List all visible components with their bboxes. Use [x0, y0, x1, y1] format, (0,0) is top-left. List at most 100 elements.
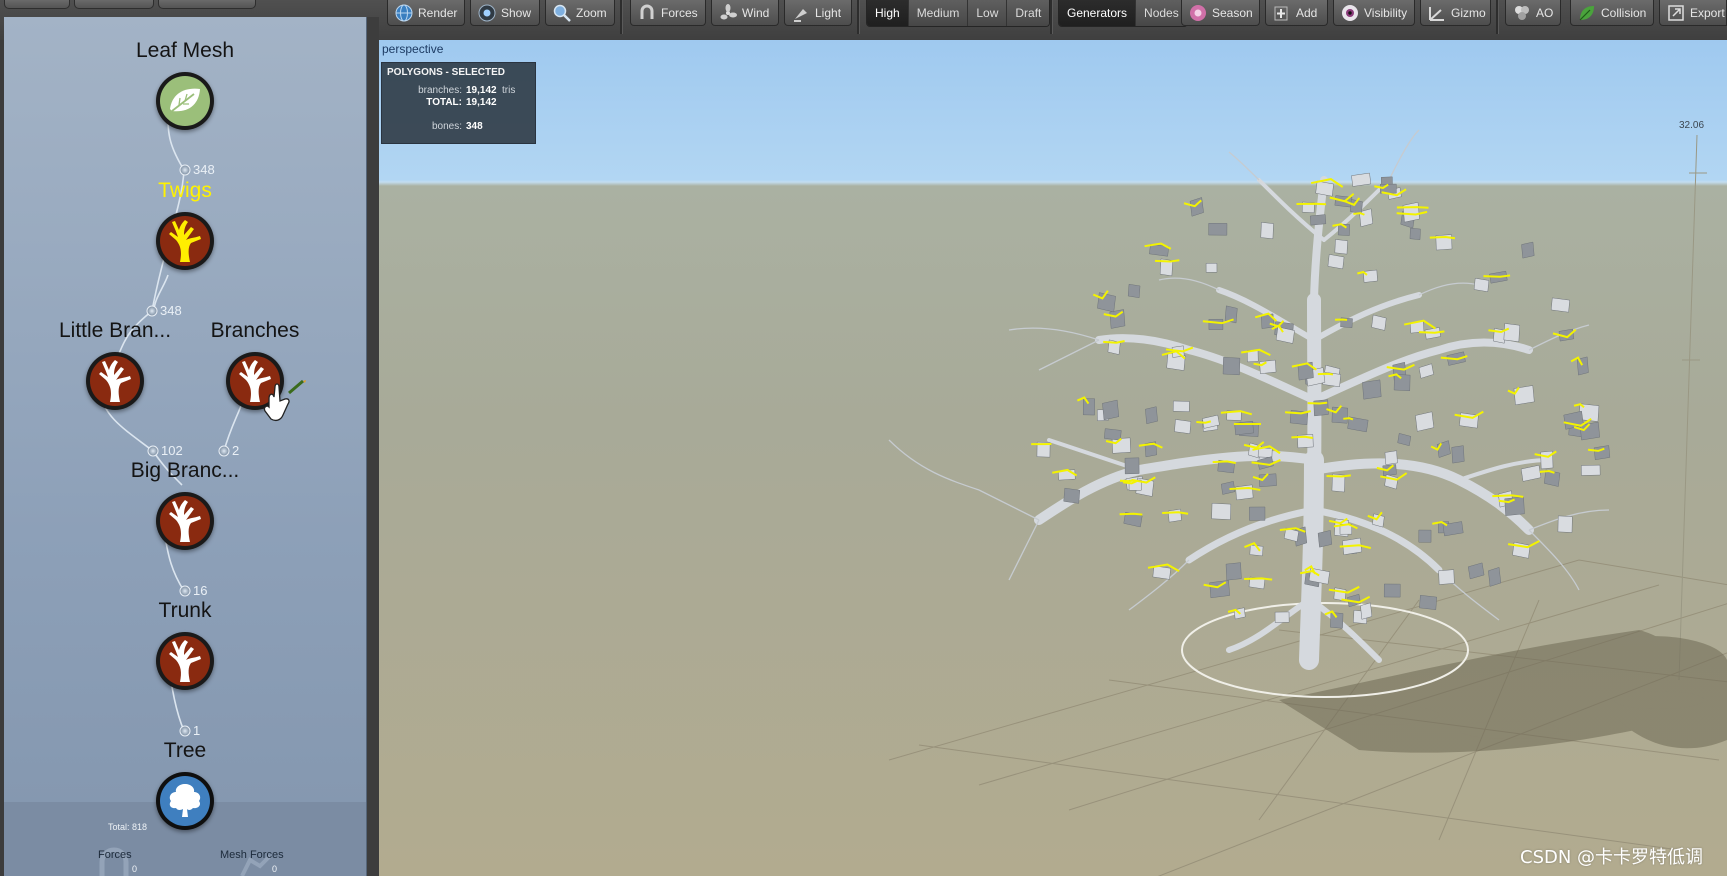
zoom-button[interactable]: Zoom — [545, 0, 615, 26]
leaf-card — [1467, 562, 1485, 580]
port-count-trunk: 1 — [193, 723, 201, 738]
port-branches[interactable] — [218, 445, 230, 457]
node-little-branches[interactable] — [86, 352, 144, 410]
quality-low-option[interactable]: Low — [968, 0, 1008, 26]
port-count-branches: 2 — [232, 443, 240, 458]
leaf-card — [1127, 283, 1141, 299]
quality-medium-option[interactable]: Medium — [908, 0, 969, 26]
season-button[interactable]: Season — [1181, 0, 1260, 26]
leaf-card — [1205, 263, 1218, 273]
port-big-branches[interactable] — [179, 585, 191, 597]
render-button[interactable]: Render — [387, 0, 465, 26]
leaf-card — [1415, 411, 1435, 432]
viewport-camera-label[interactable]: perspective — [382, 42, 443, 56]
wind-button[interactable]: Wind — [711, 0, 779, 26]
leaf-card — [1249, 506, 1266, 521]
leaf-card — [1189, 197, 1204, 217]
selected-twig-highlight — [1483, 274, 1511, 278]
leaf-card — [1327, 254, 1345, 270]
globe-icon — [395, 4, 413, 21]
selected-twig-highlight — [1119, 512, 1143, 516]
add-button[interactable]: Add — [1265, 0, 1328, 26]
leaf-card — [1363, 269, 1378, 283]
leaf-card — [1593, 445, 1611, 461]
tree-shadow — [1279, 630, 1727, 753]
vertical-axis-line — [1678, 134, 1698, 681]
port-trunk[interactable] — [179, 725, 191, 737]
leaf-card — [1317, 530, 1333, 548]
branch-icon — [90, 356, 140, 406]
collision-button[interactable]: Collision — [1570, 0, 1654, 26]
show-button[interactable]: Show — [470, 0, 540, 26]
visibility-label: Visibility — [1364, 5, 1408, 20]
forces-label: Forces — [661, 5, 698, 20]
gizmo-button[interactable]: Gizmo — [1420, 0, 1491, 26]
leaf-card — [1082, 398, 1095, 416]
branch-icon — [160, 496, 210, 546]
export-icon — [1668, 4, 1684, 21]
toolbar-stub-button-3[interactable] — [158, 0, 256, 9]
leaf-card — [1152, 565, 1172, 580]
show-label: Show — [501, 5, 532, 20]
nodes-tab[interactable]: Nodes — [1136, 0, 1187, 26]
node-leaf-mesh[interactable] — [156, 72, 214, 130]
node-twigs[interactable] — [156, 212, 214, 270]
quality-high-option[interactable]: High — [867, 0, 909, 26]
node-trunk[interactable] — [156, 632, 214, 690]
node-title-tree: Tree — [163, 739, 207, 762]
tree-scene — [888, 129, 1727, 876]
panel-splitter[interactable] — [367, 17, 379, 876]
visibility-button[interactable]: Visibility — [1333, 0, 1415, 26]
perspective-viewport[interactable]: perspective POLYGONS - SELECTED branches… — [379, 40, 1727, 876]
leaf-icon — [160, 76, 210, 126]
quality-draft-option[interactable]: Draft — [1007, 0, 1050, 26]
port-little-branches[interactable] — [147, 445, 159, 457]
leaf-card — [1418, 529, 1432, 543]
leaf-card — [1488, 567, 1502, 587]
leaf-card — [1315, 180, 1334, 197]
node-title-trunk: Trunk — [158, 599, 212, 622]
stats-total-key: TOTAL: — [426, 97, 462, 108]
stats-bones-value: 348 — [466, 121, 483, 132]
ao-icon — [1515, 5, 1529, 20]
selected-twig-highlight — [1296, 202, 1327, 206]
fan-icon — [720, 3, 737, 19]
mesh-forces-label[interactable]: Mesh Forces — [220, 849, 284, 861]
forces-button[interactable]: Forces — [630, 0, 706, 26]
generators-tab[interactable]: Generators — [1059, 0, 1137, 26]
tree-icon — [160, 776, 210, 826]
leaf-card — [1260, 222, 1274, 240]
leaf-card — [1384, 450, 1398, 466]
port-count-leaf-mesh: 348 — [193, 162, 215, 177]
leaf-card — [1222, 357, 1241, 376]
port-leaf-mesh[interactable] — [179, 164, 191, 176]
ao-button[interactable]: AO — [1505, 0, 1561, 26]
eye-icon — [478, 4, 496, 21]
magnet-icon — [640, 4, 654, 19]
selected-twig-highlight — [1343, 417, 1354, 421]
branch-icon — [160, 216, 210, 266]
selected-twig-highlight — [1396, 206, 1429, 209]
toolbar-stub-button-2[interactable] — [74, 0, 154, 9]
leaf-card — [1438, 569, 1455, 585]
node-tree[interactable] — [156, 772, 214, 830]
light-button[interactable]: Light — [784, 0, 852, 26]
ao-label: AO — [1536, 5, 1554, 20]
wind-label: Wind — [742, 5, 770, 20]
forces-label[interactable]: Forces — [98, 849, 132, 861]
lamp-icon — [794, 8, 807, 22]
port-twigs[interactable] — [146, 305, 158, 317]
leaf-card — [1521, 241, 1535, 259]
export-button[interactable]: Export — [1659, 0, 1727, 26]
stats-total-value: 19,142 — [466, 97, 497, 108]
add-label: Add — [1296, 5, 1318, 20]
port-count-little-branches: 102 — [161, 443, 183, 458]
gizmo-icon — [1429, 6, 1444, 21]
leaf-card — [1351, 172, 1372, 187]
toolbar-stub-button-1[interactable] — [4, 0, 70, 9]
leaf-card — [1397, 433, 1412, 447]
node-big-branches[interactable] — [156, 492, 214, 550]
leaf-card — [1550, 297, 1570, 313]
selected-twig-highlight — [1317, 372, 1334, 376]
leaf-card — [1103, 428, 1122, 441]
